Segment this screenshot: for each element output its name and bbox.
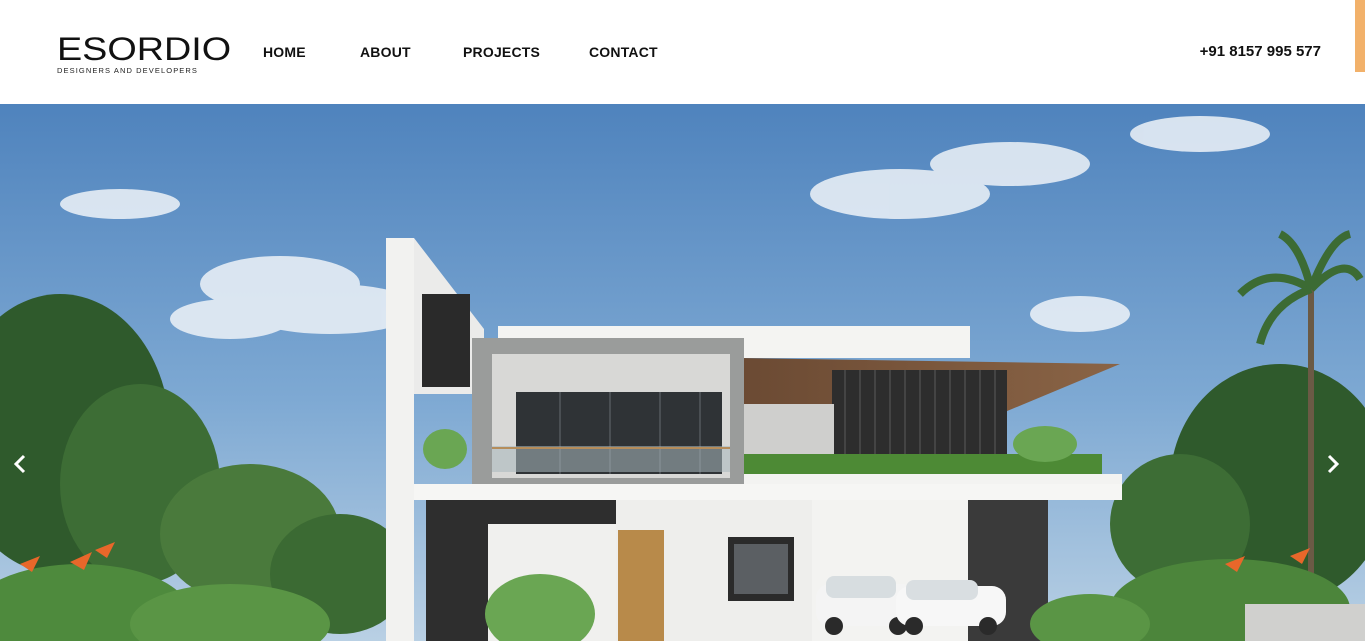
phone-number[interactable]: +91 8157 995 577 bbox=[1200, 43, 1321, 60]
slider-prev-button[interactable] bbox=[9, 452, 33, 476]
nav-contact[interactable]: CONTACT bbox=[589, 44, 658, 60]
nav-about[interactable]: ABOUT bbox=[360, 44, 411, 60]
nav-projects[interactable]: PROJECTS bbox=[463, 44, 540, 60]
brand-tagline: DESIGNERS AND DEVELOPERS bbox=[57, 66, 199, 75]
brand-logo[interactable]: ESORDIO DESIGNERS AND DEVELOPERS bbox=[57, 33, 231, 76]
slider-next-button[interactable] bbox=[1320, 452, 1344, 476]
chevron-right-icon bbox=[1327, 454, 1340, 474]
hero-slide-image bbox=[0, 104, 1365, 641]
chevron-left-icon bbox=[13, 454, 26, 474]
hero-slider bbox=[0, 104, 1365, 641]
nav-home[interactable]: HOME bbox=[263, 44, 306, 60]
site-header: ESORDIO DESIGNERS AND DEVELOPERS HOME AB… bbox=[0, 0, 1365, 104]
brand-name: ESORDIO bbox=[57, 31, 232, 67]
scrollbar-thumb[interactable] bbox=[1355, 0, 1365, 72]
